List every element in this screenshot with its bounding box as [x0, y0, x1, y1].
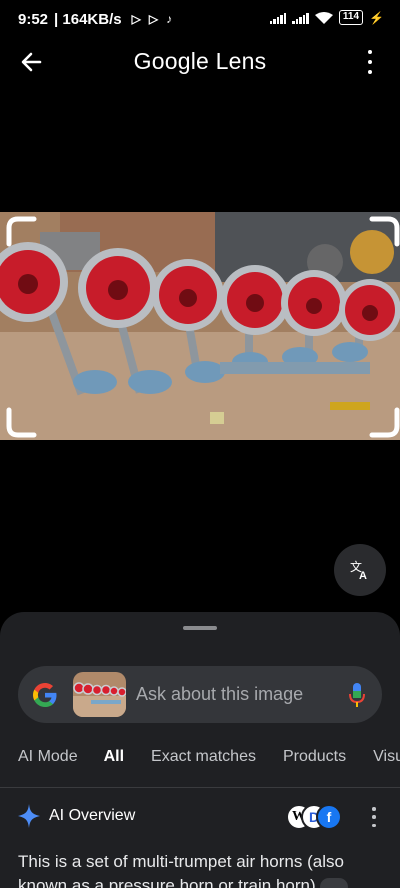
- image-thumbnail[interactable]: [73, 672, 126, 717]
- signal-icon: [269, 12, 287, 24]
- facebook-icon: f: [316, 804, 342, 830]
- translate-button[interactable]: 文 A: [334, 544, 386, 596]
- svg-text:A: A: [359, 570, 367, 581]
- status-bar: 9:52 | 164KB/s ▷ ▷ ♪ 114 ⚡: [0, 0, 400, 38]
- divider: [0, 787, 400, 788]
- source-icons[interactable]: W D f: [286, 804, 344, 830]
- drag-handle[interactable]: [183, 626, 217, 630]
- air-horns-photo: [0, 212, 400, 440]
- sparkle-icon: [18, 804, 40, 828]
- wifi-icon: [314, 11, 333, 24]
- google-g-icon: [33, 683, 57, 707]
- signal-icon: [292, 12, 309, 24]
- ai-overview-more-icon[interactable]: [368, 807, 380, 827]
- battery-icon: 114: [338, 10, 364, 25]
- results-sheet: Ask about this image AI Mode All Exact m…: [0, 612, 400, 888]
- tiktok-icon: ♪: [166, 12, 173, 26]
- search-input[interactable]: Ask about this image: [136, 684, 303, 705]
- status-speed: | 164KB/s: [54, 10, 122, 28]
- tab-all[interactable]: All: [104, 743, 124, 779]
- tab-exact-matches[interactable]: Exact matches: [151, 743, 256, 779]
- more-options-icon[interactable]: [360, 50, 380, 74]
- status-time: 9:52: [18, 10, 49, 28]
- ai-overview-header: AI Overview W D f: [18, 802, 388, 832]
- play-icon: ▷: [148, 12, 159, 26]
- search-image[interactable]: [0, 212, 400, 440]
- link-icon[interactable]: [319, 877, 348, 888]
- page-title: Google Lens: [133, 48, 267, 74]
- ai-overview-body: This is a set of multi-trumpet air horns…: [18, 852, 344, 888]
- results-tabs: AI Mode All Exact matches Products Visu: [0, 743, 400, 779]
- ai-overview-text: This is a set of multi-trumpet air horns…: [18, 850, 388, 888]
- search-bar[interactable]: Ask about this image: [18, 666, 382, 723]
- mic-icon[interactable]: [348, 681, 366, 709]
- header: Google Lens: [0, 38, 400, 86]
- play-icon: ▷: [131, 12, 141, 26]
- tab-ai-mode[interactable]: AI Mode: [18, 743, 78, 779]
- ai-overview-title: AI Overview: [49, 807, 136, 824]
- tab-products[interactable]: Products: [283, 743, 346, 779]
- translate-icon: 文 A: [350, 559, 367, 581]
- charging-icon: ⚡: [369, 10, 384, 25]
- tab-visual-matches[interactable]: Visu: [373, 743, 400, 779]
